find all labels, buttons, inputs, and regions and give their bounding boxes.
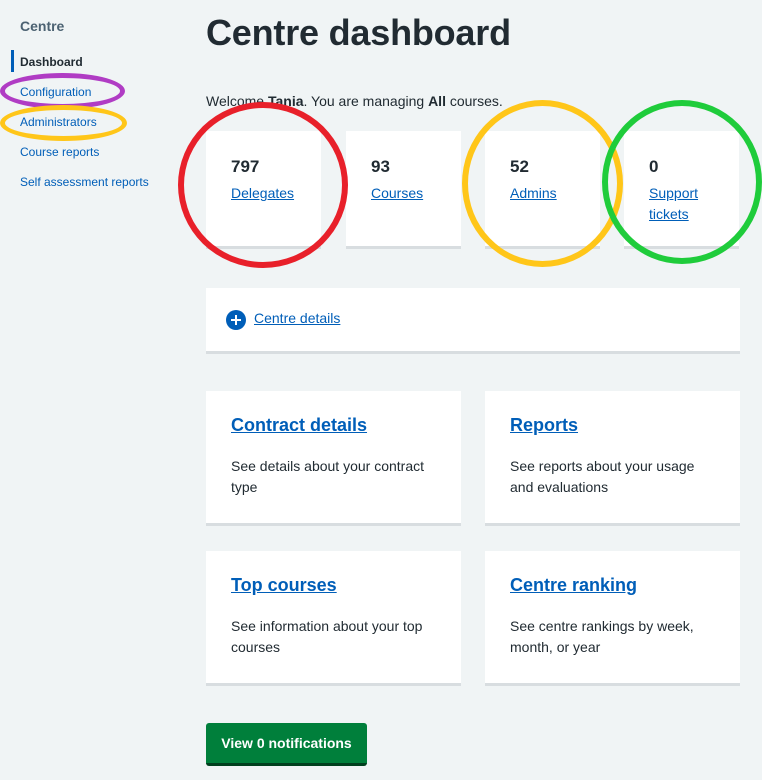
- feature-card-contract-details: Contract details See details about your …: [206, 391, 461, 526]
- feature-card-top-courses: Top courses See information about your t…: [206, 551, 461, 686]
- stat-link-courses[interactable]: Courses: [371, 183, 423, 204]
- sidebar-item-configuration[interactable]: Configuration: [20, 85, 91, 99]
- stat-card-delegates: 797 Delegates: [206, 131, 321, 249]
- stat-value-support-tickets: 0: [649, 157, 659, 176]
- stat-card-courses: 93 Courses: [346, 131, 461, 249]
- sidebar-link-self-assessment-reports[interactable]: Self assessment reports: [20, 175, 149, 189]
- sidebar-item-self-assessment-reports[interactable]: Self assessment reports: [20, 175, 149, 189]
- stat-card-admins: 52 Admins: [485, 131, 600, 249]
- sidebar-item-dashboard[interactable]: Dashboard: [20, 55, 83, 69]
- top-courses-link[interactable]: Top courses: [231, 575, 337, 596]
- current-page-indicator: [11, 50, 14, 72]
- centre-ranking-description: See centre rankings by week, month, or y…: [510, 618, 694, 655]
- feature-card-reports: Reports See reports about your usage and…: [485, 391, 740, 526]
- sidebar-item-administrators[interactable]: Administrators: [20, 115, 97, 129]
- stat-card-support-tickets: 0 Support tickets: [624, 131, 739, 249]
- view-notifications-button[interactable]: View 0 notifications: [206, 723, 367, 766]
- contract-details-description: See details about your contract type: [231, 458, 425, 495]
- stat-value-delegates: 797: [231, 157, 260, 176]
- centre-details-expander[interactable]: Centre details: [206, 288, 740, 354]
- sidebar-link-administrators[interactable]: Administrators: [20, 115, 97, 129]
- welcome-suffix: courses.: [445, 93, 503, 109]
- centre-details-link[interactable]: Centre details: [254, 310, 340, 326]
- welcome-scope: All: [428, 93, 446, 109]
- reports-link[interactable]: Reports: [510, 415, 578, 436]
- welcome-message: Welcome Tania. You are managing All cour…: [206, 93, 503, 109]
- centre-ranking-link[interactable]: Centre ranking: [510, 575, 637, 596]
- feature-card-centre-ranking: Centre ranking See centre rankings by we…: [485, 551, 740, 686]
- reports-description: See reports about your usage and evaluat…: [510, 458, 695, 495]
- sidebar-item-course-reports[interactable]: Course reports: [20, 145, 99, 159]
- welcome-prefix: Welcome: [206, 93, 268, 109]
- stat-value-courses: 93: [371, 157, 390, 176]
- welcome-middle: . You are managing: [303, 93, 429, 109]
- stat-link-delegates[interactable]: Delegates: [231, 183, 294, 204]
- sidebar-link-course-reports[interactable]: Course reports: [20, 145, 99, 159]
- sidebar-link-configuration[interactable]: Configuration: [20, 85, 91, 99]
- stat-link-admins[interactable]: Admins: [510, 183, 557, 204]
- stat-link-support-tickets[interactable]: Support tickets: [649, 183, 719, 225]
- welcome-user-name: Tania: [267, 93, 304, 109]
- sidebar-heading: Centre: [20, 18, 65, 34]
- page-title: Centre dashboard: [206, 12, 511, 53]
- top-courses-description: See information about your top courses: [231, 618, 423, 655]
- stat-value-admins: 52: [510, 157, 529, 176]
- contract-details-link[interactable]: Contract details: [231, 415, 367, 436]
- plus-circle-icon: [226, 310, 246, 330]
